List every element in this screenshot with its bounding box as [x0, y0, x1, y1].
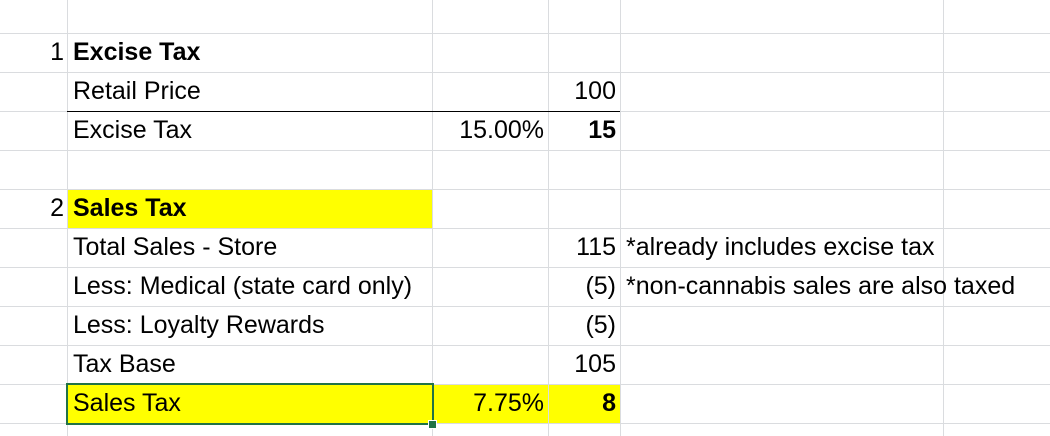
label-total-sales-store[interactable]: Total Sales - Store: [67, 228, 432, 267]
section-number[interactable]: 1: [40, 33, 68, 72]
row-divider: [0, 150, 1050, 151]
value-total-sales-store[interactable]: 115: [548, 228, 620, 267]
rate-sales-tax[interactable]: 7.75%: [432, 384, 548, 423]
value-less-medical[interactable]: (5): [548, 267, 620, 306]
value-retail-price[interactable]: 100: [548, 72, 620, 111]
note-less-medical[interactable]: *non-cannabis sales are also taxed: [620, 267, 1050, 306]
label-tax-base[interactable]: Tax Base: [67, 345, 432, 384]
section-title-excise-tax[interactable]: Excise Tax: [67, 33, 432, 72]
col-divider: [432, 0, 433, 436]
label-excise-tax[interactable]: Excise Tax: [67, 111, 432, 150]
section-title-sales-tax[interactable]: Sales Tax: [67, 189, 432, 228]
col-divider: [943, 0, 944, 436]
spreadsheet-grid[interactable]: 1 Excise Tax Retail Price 100 Excise Tax…: [0, 0, 1050, 436]
label-less-medical[interactable]: Less: Medical (state card only): [67, 267, 432, 306]
fill-handle[interactable]: [428, 420, 437, 429]
note-total-sales-store[interactable]: *already includes excise tax: [620, 228, 1050, 267]
value-sales-tax[interactable]: 8: [548, 384, 620, 423]
value-tax-base[interactable]: 105: [548, 345, 620, 384]
rate-excise-tax[interactable]: 15.00%: [432, 111, 548, 150]
col-divider: [620, 0, 621, 436]
label-less-loyalty-rewards[interactable]: Less: Loyalty Rewards: [67, 306, 432, 345]
value-less-loyalty-rewards[interactable]: (5): [548, 306, 620, 345]
label-retail-price[interactable]: Retail Price: [67, 72, 432, 111]
value-excise-tax[interactable]: 15: [548, 111, 620, 150]
section-number[interactable]: 2: [40, 189, 68, 228]
active-cell-selection[interactable]: [66, 383, 434, 425]
